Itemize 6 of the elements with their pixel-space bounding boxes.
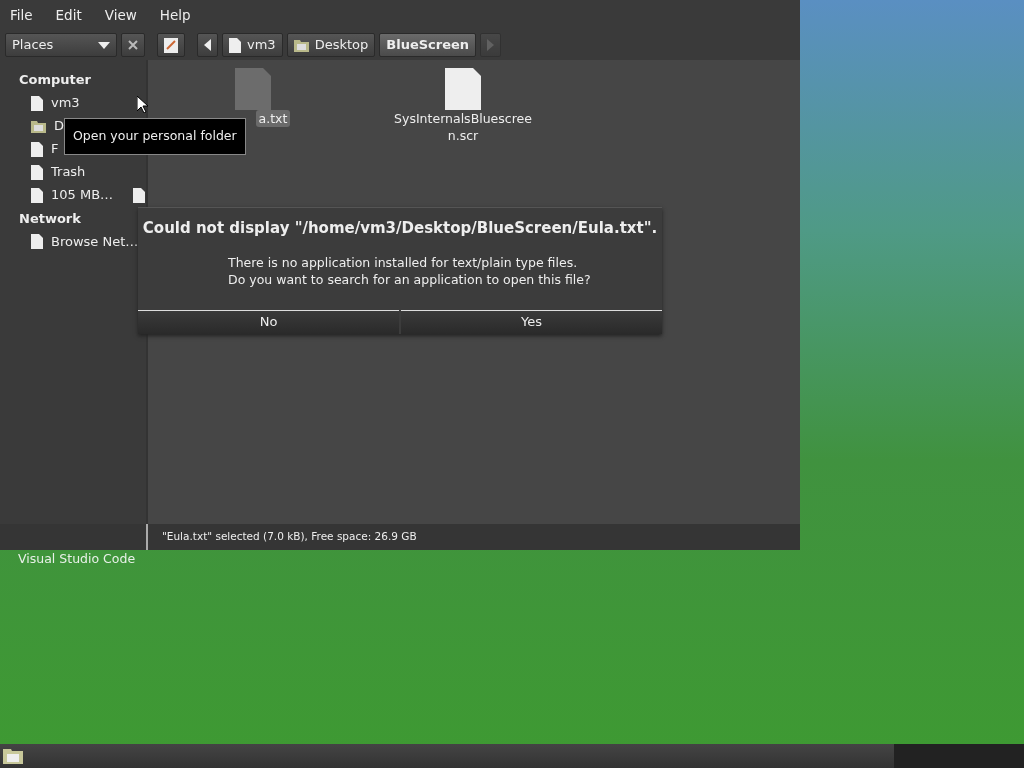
status-text: "Eula.txt" selected (7.0 kB), Free space: 26.9 GB — [161, 529, 417, 545]
sidebar-heading: Network — [18, 209, 82, 228]
dialog-title: Could not display "/home/vm3/Desktop/BlueScreen/Eula.txt". — [141, 218, 659, 239]
tooltip: Open your personal folder — [64, 118, 246, 155]
dialog-message: There is no application installed for text/plain type files. Do you want to search for an application to open this file? — [227, 253, 592, 288]
sidebar-heading: Computer — [18, 71, 93, 89]
